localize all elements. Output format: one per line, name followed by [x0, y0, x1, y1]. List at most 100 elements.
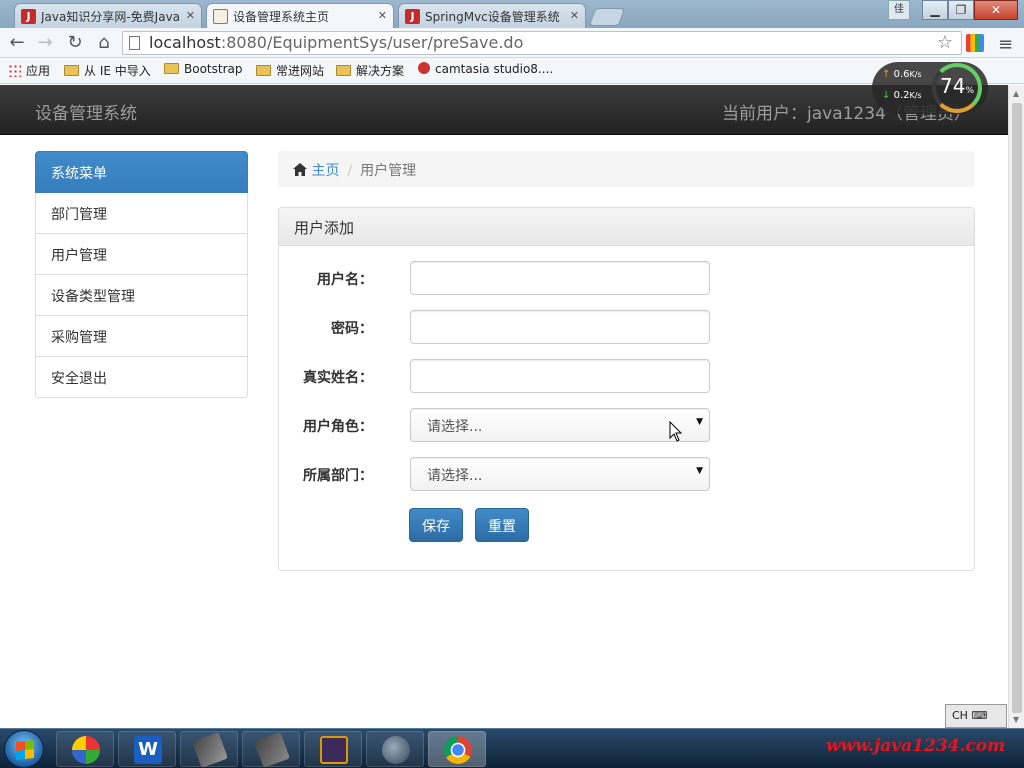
close-icon[interactable]: ✕: [378, 9, 387, 22]
page-viewport: 设备管理系统 当前用户：java1234（管理员） 系统菜单 部门管理 用户管理…: [0, 85, 1008, 728]
javaee-ide-icon: [320, 736, 348, 764]
scrollbar-thumb[interactable]: [1012, 103, 1022, 713]
upload-arrow-icon: ↑: [882, 69, 891, 80]
username-input[interactable]: [410, 261, 710, 295]
realname-input[interactable]: [410, 359, 710, 393]
bookmark-label: 解决方案: [356, 64, 405, 78]
form-row-role: 用户角色： 请选择... ▼: [279, 408, 976, 442]
close-icon[interactable]: ✕: [186, 9, 195, 22]
home-icon[interactable]: ⌂: [93, 32, 115, 54]
password-label: 密码：: [331, 321, 373, 337]
wps-writer-icon: W: [134, 736, 162, 764]
breadcrumb-home-link[interactable]: 主页: [311, 163, 339, 179]
brand-title[interactable]: 设备管理系统: [35, 99, 137, 124]
bookmark-ie-import[interactable]: 从 IE 中导入: [64, 62, 151, 79]
app-icon: [192, 732, 228, 768]
bookmark-frequent-sites[interactable]: 常进网站: [256, 62, 324, 79]
department-label: 所属部门：: [303, 468, 373, 484]
bookmark-apps[interactable]: 应用: [8, 62, 50, 79]
page-icon: [129, 36, 140, 50]
upload-speed: ↑ 0.6K/s: [882, 69, 922, 80]
back-arrow-icon[interactable]: ←: [6, 32, 28, 54]
department-select[interactable]: 请选择... ▼: [410, 457, 710, 491]
windows-start-button[interactable]: [4, 730, 44, 768]
username-label: 用户名：: [317, 272, 373, 288]
home-icon: [293, 163, 307, 176]
save-button[interactable]: 保存: [409, 508, 463, 542]
new-tab-button[interactable]: [588, 8, 626, 26]
sidebar-item-logout[interactable]: 安全退出: [35, 357, 248, 398]
form-row-department: 所属部门： 请选择... ▼: [279, 457, 976, 491]
maximize-button[interactable]: ❐: [948, 0, 974, 20]
reload-icon[interactable]: ↻: [64, 32, 86, 54]
folder-icon: [336, 65, 351, 76]
role-selected-value: 请选择...: [427, 419, 483, 435]
taskbar-app-3[interactable]: [180, 731, 238, 768]
extension-icon[interactable]: [966, 34, 984, 52]
form-row-password: 密码：: [279, 310, 976, 344]
folder-icon: [64, 65, 79, 76]
download-speed: ↓ 0.2K/s: [882, 90, 922, 101]
taskbar-app-4[interactable]: [242, 731, 300, 768]
scroll-up-arrow-icon[interactable]: ▲: [1013, 89, 1019, 98]
close-window-button[interactable]: ✕: [974, 0, 1018, 20]
scroll-down-arrow-icon[interactable]: ▼: [1013, 715, 1019, 724]
taskbar-app-dolphin[interactable]: [366, 731, 424, 767]
app-icon: [254, 732, 290, 768]
download-arrow-icon: ↓: [882, 90, 891, 101]
network-speed-widget[interactable]: ↑ 0.6K/s ↓ 0.2K/s 74%: [872, 62, 988, 114]
browser-tab-bar: J Java知识分享网-免费Java ✕ 设备管理系统主页 ✕ J Spring…: [0, 0, 1024, 28]
role-select[interactable]: 请选择... ▼: [410, 408, 710, 442]
breadcrumb: 主页 / 用户管理: [278, 151, 975, 187]
bookmark-label: 常进网站: [276, 64, 325, 78]
menu-icon[interactable]: ≡: [998, 34, 1013, 55]
tab-title: 设备管理系统主页: [233, 10, 330, 24]
sidebar-item-department[interactable]: 部门管理: [35, 193, 248, 234]
taskbar-app-chrome[interactable]: [428, 731, 486, 767]
sidebar-item-equipment-type[interactable]: 设备类型管理: [35, 275, 248, 316]
sidebar-item-purchase[interactable]: 采购管理: [35, 316, 248, 357]
tab-title: Java知识分享网-免费Java: [41, 10, 181, 24]
form-row-username: 用户名：: [279, 261, 976, 295]
role-label: 用户角色：: [303, 419, 373, 435]
tab-title: SpringMvc设备管理系统: [425, 10, 560, 24]
url-host: localhost: [149, 33, 221, 52]
browser-toolbar: ← → ↻ ⌂ localhost:8080/EquipmentSys/user…: [0, 28, 1024, 58]
keyboard-icon: ⌨: [971, 709, 988, 722]
apps-icon: [8, 64, 21, 77]
tab-java-share[interactable]: J Java知识分享网-免费Java ✕: [14, 3, 202, 28]
sidebar-item-users[interactable]: 用户管理: [35, 234, 248, 275]
dropdown-arrow-icon: ▼: [696, 466, 703, 476]
java1234-favicon-icon: J: [21, 9, 36, 24]
taskbar-app-javaee-ide[interactable]: [304, 731, 362, 767]
dropdown-arrow-icon: ▼: [696, 417, 703, 427]
panel-title: 用户添加: [279, 208, 974, 246]
tab-equipment-home[interactable]: 设备管理系统主页 ✕: [206, 3, 394, 28]
top-navbar: 设备管理系统 当前用户：java1234（管理员）: [0, 85, 1008, 135]
bookmark-bootstrap[interactable]: Bootstrap: [164, 62, 242, 76]
bookmark-camtasia[interactable]: camtasia studio8....: [418, 62, 553, 76]
bookmark-label: camtasia studio8....: [435, 62, 554, 76]
taskbar-app-picasa[interactable]: [56, 731, 114, 767]
window-user-button[interactable]: 佳: [888, 0, 910, 20]
bookmark-label: 应用: [26, 64, 51, 78]
tab-springmvc[interactable]: J SpringMvc设备管理系统 ✕: [398, 3, 586, 28]
minimize-button[interactable]: ▁: [922, 0, 948, 20]
bookmark-label: Bootstrap: [184, 62, 243, 76]
page-scrollbar[interactable]: ▲ ▼: [1008, 85, 1024, 728]
forward-arrow-icon[interactable]: →: [34, 32, 56, 54]
sidebar-menu: 系统菜单 部门管理 用户管理 设备类型管理 采购管理 安全退出: [35, 151, 248, 398]
address-bar[interactable]: localhost:8080/EquipmentSys/user/preSave…: [122, 31, 962, 55]
sidebar-title: 系统菜单: [35, 151, 248, 193]
language-indicator[interactable]: CH ⌨: [945, 704, 1007, 728]
bookmark-star-icon[interactable]: ☆: [937, 32, 953, 54]
reset-button[interactable]: 重置: [475, 508, 529, 542]
windows-logo-icon: [16, 740, 34, 760]
taskbar-app-wps[interactable]: W: [118, 731, 176, 767]
bookmark-solutions[interactable]: 解决方案: [336, 62, 404, 79]
close-icon[interactable]: ✕: [570, 9, 579, 22]
password-input[interactable]: [410, 310, 710, 344]
chrome-icon: [444, 736, 472, 764]
site-watermark: www.java1234.com: [826, 736, 1006, 756]
language-label: CH: [952, 709, 968, 722]
